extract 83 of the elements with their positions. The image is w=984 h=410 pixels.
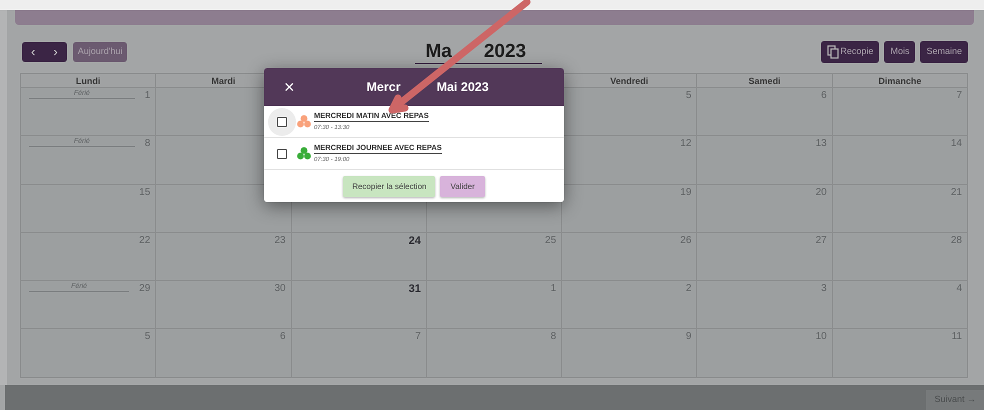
- day-number: 19: [680, 186, 692, 199]
- day-number: 1: [550, 283, 556, 296]
- copy-icon: [827, 45, 840, 59]
- calendar-day-cell[interactable]: 5: [562, 88, 698, 136]
- day-number: 7: [415, 331, 421, 344]
- weekday-header: Vendredi: [562, 74, 698, 88]
- calendar-day-cell[interactable]: 14: [832, 136, 968, 185]
- calendar-day-cell[interactable]: 4: [832, 281, 968, 330]
- event-checkbox[interactable]: [277, 116, 287, 126]
- day-number: 21: [950, 186, 962, 199]
- day-number: 6: [821, 90, 827, 102]
- calendar-day-cell[interactable]: 1: [426, 281, 562, 330]
- calendar-day-cell[interactable]: 31: [292, 281, 427, 330]
- calendar-day-cell[interactable]: 21: [832, 184, 968, 233]
- calendar-day-cell[interactable]: 10: [697, 329, 833, 378]
- calendar-day-cell[interactable]: 7: [832, 88, 968, 136]
- calendar-day-cell[interactable]: 24: [292, 232, 427, 282]
- dialog-title: Mai 2023: [436, 78, 489, 96]
- calendar-day-cell[interactable]: 28: [832, 232, 968, 282]
- day-number: 12: [680, 138, 692, 150]
- calendar-day-cell[interactable]: 3: [697, 281, 833, 330]
- view-button[interactable]: Mois: [884, 41, 916, 63]
- month-title: Ma: [425, 40, 452, 62]
- weekday-header: Lundi: [21, 74, 156, 88]
- day-number: 8: [144, 138, 150, 150]
- day-number: 8: [550, 331, 556, 344]
- calendar-day-cell[interactable]: 30: [156, 281, 292, 330]
- day-number: 27: [816, 234, 827, 247]
- day-number: 23: [274, 234, 286, 247]
- view-button[interactable]: Semaine: [920, 41, 968, 63]
- day-number: 11: [952, 331, 962, 344]
- today-button[interactable]: Aujourd'hui: [72, 42, 128, 62]
- day-number: 6: [280, 331, 286, 344]
- calendar-day-cell[interactable]: 9: [562, 329, 698, 378]
- day-number: 1: [144, 90, 150, 102]
- view-button[interactable]: Recopie: [821, 41, 880, 63]
- calendar-day-cell[interactable]: 5: [21, 329, 156, 378]
- confirm-button[interactable]: Valider: [440, 176, 485, 197]
- day-number: 14: [950, 138, 962, 150]
- day-number: 25: [545, 234, 556, 247]
- day-number: 22: [139, 234, 150, 247]
- day-number: 2: [686, 283, 692, 296]
- calendar-day-cell[interactable]: 27: [697, 232, 833, 282]
- calendar-day-cell[interactable]: 8: [426, 329, 562, 378]
- next-button[interactable]: ›: [44, 42, 67, 62]
- day-number: 9: [686, 331, 692, 344]
- day-number: 5: [144, 331, 150, 344]
- day-number: 4: [956, 283, 962, 296]
- day-number: 7: [956, 90, 962, 102]
- calendar-day-cell[interactable]: 2: [562, 281, 698, 330]
- day-number: 20: [816, 186, 827, 199]
- day-number: 26: [680, 234, 692, 247]
- calendar-day-cell[interactable]: 19: [562, 184, 698, 233]
- day-number: 29: [139, 283, 150, 296]
- day-number: 31: [408, 283, 421, 296]
- calendar-day-cell[interactable]: 26: [562, 232, 698, 282]
- calendar-day-cell[interactable]: 22: [21, 232, 156, 282]
- calendar-day-cell[interactable]: [156, 184, 292, 233]
- day-number: 3: [821, 283, 827, 296]
- calendar-day-cell[interactable]: 11: [832, 329, 968, 378]
- day-number: 10: [816, 331, 827, 344]
- day-number: 13: [816, 138, 827, 150]
- day-number: 24: [408, 234, 421, 247]
- calendar-day-cell[interactable]: 20: [697, 184, 833, 233]
- calendar-day-cell[interactable]: 25: [426, 232, 562, 282]
- previous-button[interactable]: ‹: [22, 42, 44, 62]
- calendar-day-cell[interactable]: 6: [697, 88, 833, 136]
- copy-selection-button[interactable]: Recopier la sélection: [343, 176, 436, 197]
- calendar-day-cell[interactable]: 13: [697, 136, 833, 185]
- weekday-header: Dimanche: [832, 74, 968, 88]
- calendar-day-cell[interactable]: 7: [292, 329, 427, 378]
- day-number: 30: [274, 283, 286, 296]
- calendar-day-cell[interactable]: 6: [156, 329, 292, 378]
- weekday-header: Samedi: [697, 74, 833, 88]
- event-checkbox[interactable]: [277, 148, 287, 158]
- calendar-day-cell[interactable]: 15: [21, 184, 156, 233]
- day-number: 15: [139, 186, 150, 199]
- dialog-title: Mercr: [366, 78, 401, 96]
- month-title: 2023: [484, 40, 526, 62]
- day-number: 28: [950, 234, 962, 247]
- calendar-day-cell[interactable]: 23: [156, 232, 292, 282]
- day-number: 5: [686, 90, 692, 102]
- calendar-day-cell[interactable]: 12: [562, 136, 698, 185]
